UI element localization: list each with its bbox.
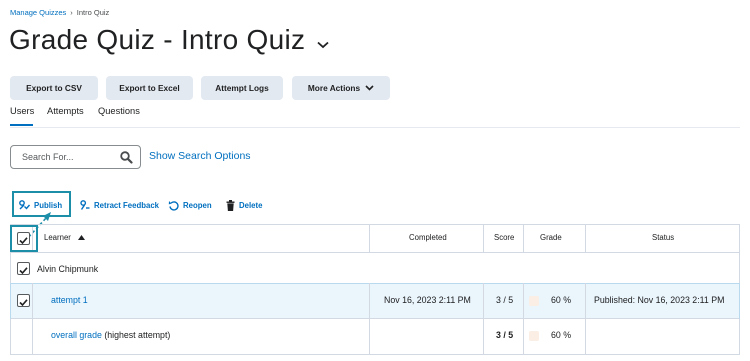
- show-search-options-link[interactable]: Show Search Options: [149, 150, 251, 162]
- delete-button[interactable]: Delete: [226, 200, 262, 211]
- checkbox-highlight-box: [10, 225, 38, 252]
- learner-name: Alvin Chipmunk: [37, 264, 99, 274]
- column-divider: [523, 283, 524, 354]
- export-excel-button[interactable]: Export to Excel: [106, 76, 193, 100]
- reopen-icon: [168, 200, 183, 211]
- column-divider: [369, 225, 370, 252]
- table-header-row: Learner Completed Score Grade Status: [11, 225, 739, 252]
- trash-icon: [226, 200, 239, 211]
- search-icon[interactable]: [120, 151, 133, 169]
- table-row-attempt: attempt 1 Nov 16, 2023 2:11 PM 3 / 5 60 …: [10, 283, 740, 319]
- page-title-container: Grade Quiz - Intro Quiz: [9, 24, 329, 56]
- sort-ascending-icon: [78, 233, 86, 242]
- more-actions-button[interactable]: More Actions: [292, 76, 390, 100]
- attempt-score: 3 / 5: [496, 295, 514, 305]
- column-divider: [483, 225, 484, 252]
- score-column-header: Score: [494, 233, 515, 242]
- search-box: [10, 145, 141, 169]
- tab-users[interactable]: Users: [10, 106, 34, 116]
- column-divider: [585, 225, 586, 252]
- column-divider: [32, 283, 33, 354]
- learner-column-header[interactable]: Learner: [44, 233, 86, 242]
- attempt-link[interactable]: attempt 1: [51, 295, 88, 305]
- attempt-logs-button[interactable]: Attempt Logs: [201, 76, 283, 100]
- retract-feedback-label: Retract Feedback: [94, 200, 160, 210]
- learner-header-label: Learner: [44, 233, 71, 242]
- reopen-button[interactable]: Reopen: [168, 200, 212, 211]
- status-column-header: Status: [652, 233, 675, 242]
- column-divider: [483, 283, 484, 354]
- attempt-status: Published: Nov 16, 2023 2:11 PM: [594, 295, 725, 305]
- attempt-grade: 60 %: [551, 295, 572, 305]
- active-tab-indicator: [10, 124, 33, 126]
- overall-grade-cell: overall grade (highest attempt): [51, 330, 170, 340]
- completed-column-header: Completed: [409, 233, 447, 242]
- grade-swatch: [529, 331, 539, 341]
- table-row-user: Alvin Chipmunk: [11, 253, 739, 283]
- grades-table: Learner Completed Score Grade Status Alv…: [10, 224, 740, 355]
- breadcrumb-separator: ›: [70, 8, 73, 17]
- retract-feedback-icon: [80, 200, 94, 210]
- reopen-label: Reopen: [183, 201, 212, 210]
- grade-swatch: [529, 296, 539, 306]
- tab-questions[interactable]: Questions: [98, 106, 140, 116]
- column-divider: [369, 283, 370, 354]
- chevron-down-icon: [365, 85, 374, 91]
- more-actions-label: More Actions: [307, 83, 361, 93]
- retract-feedback-button[interactable]: Retract Feedback: [80, 200, 159, 210]
- export-csv-button[interactable]: Export to CSV: [10, 76, 98, 100]
- tabs-divider: [10, 127, 740, 128]
- attempt-row-checkbox[interactable]: [17, 294, 30, 307]
- grade-column-header: Grade: [540, 233, 562, 242]
- breadcrumb-current: Intro Quiz: [76, 8, 110, 17]
- table-row-overall: overall grade (highest attempt) 3 / 5 60…: [11, 319, 739, 355]
- column-divider: [585, 283, 586, 354]
- tab-attempts[interactable]: Attempts: [47, 106, 84, 116]
- attempt-completed-date: Nov 16, 2023 2:11 PM: [384, 295, 471, 305]
- delete-label: Delete: [239, 201, 263, 210]
- page-title: Grade Quiz - Intro Quiz: [9, 24, 306, 55]
- breadcrumb: Manage Quizzes › Intro Quiz: [10, 8, 109, 17]
- user-row-checkbox[interactable]: [17, 262, 30, 275]
- breadcrumb-manage-quizzes-link[interactable]: Manage Quizzes: [10, 8, 66, 17]
- overall-grade-value: 60 %: [551, 330, 572, 340]
- column-divider: [523, 225, 524, 252]
- overall-score: 3 / 5: [496, 330, 514, 340]
- search-input[interactable]: [12, 147, 112, 167]
- overall-grade-note: (highest attempt): [104, 330, 171, 340]
- title-context-menu-icon[interactable]: [317, 24, 329, 56]
- overall-grade-link[interactable]: overall grade: [51, 330, 102, 340]
